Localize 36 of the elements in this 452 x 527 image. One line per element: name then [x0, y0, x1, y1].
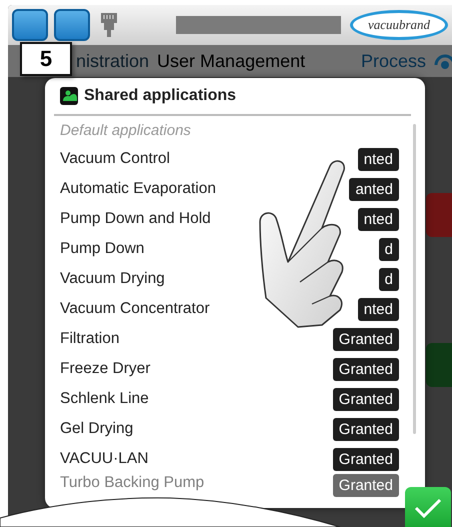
granted-toggle[interactable]: Granted: [332, 448, 399, 470]
app-name: Gel Drying: [60, 420, 134, 438]
app-name: Vacuum Control: [60, 150, 170, 168]
granted-toggle[interactable]: Granted: [332, 358, 399, 380]
ethernet-icon: [100, 12, 118, 38]
nav-tab[interactable]: User Management: [157, 50, 306, 72]
app-name: Filtration: [60, 330, 120, 348]
eye-icon: [434, 53, 452, 69]
granted-toggle[interactable]: Granted: [332, 388, 399, 410]
header-button[interactable]: [12, 9, 48, 41]
granted-toggle[interactable]: Granted: [332, 328, 399, 350]
group-icon: [60, 87, 78, 105]
step-number: 5: [20, 42, 72, 76]
app-name: Pump Down: [60, 240, 144, 258]
brand-logo: vacuubrand: [350, 10, 448, 40]
app-name: Automatic Evaporation: [60, 180, 216, 198]
app-name: Vacuum Concentrator: [60, 300, 210, 318]
granted-toggle[interactable]: nted: [358, 298, 399, 320]
ok-button[interactable]: [405, 487, 451, 527]
dialog-title: Shared applications: [84, 87, 236, 105]
granted-toggle[interactable]: Granted: [332, 418, 399, 440]
app-name: Freeze Dryer: [60, 360, 150, 378]
granted-toggle[interactable]: nted: [358, 208, 399, 230]
app-name: Pump Down and Hold: [60, 210, 211, 228]
user-button[interactable]: [54, 9, 90, 41]
granted-toggle[interactable]: nted: [358, 148, 399, 170]
app-name: VACUU·LAN: [60, 450, 148, 468]
granted-toggle[interactable]: d: [378, 268, 399, 290]
app-name: Schlenk Line: [60, 390, 149, 408]
check-icon: [413, 498, 443, 518]
granted-toggle[interactable]: anted: [349, 178, 399, 200]
granted-toggle[interactable]: d: [378, 238, 399, 260]
app-name: Vacuum Drying: [60, 270, 165, 288]
section-heading: Default applications: [60, 121, 192, 141]
granted-toggle[interactable]: Granted: [332, 474, 399, 497]
app-name: Turbo Backing Pump: [60, 474, 204, 492]
